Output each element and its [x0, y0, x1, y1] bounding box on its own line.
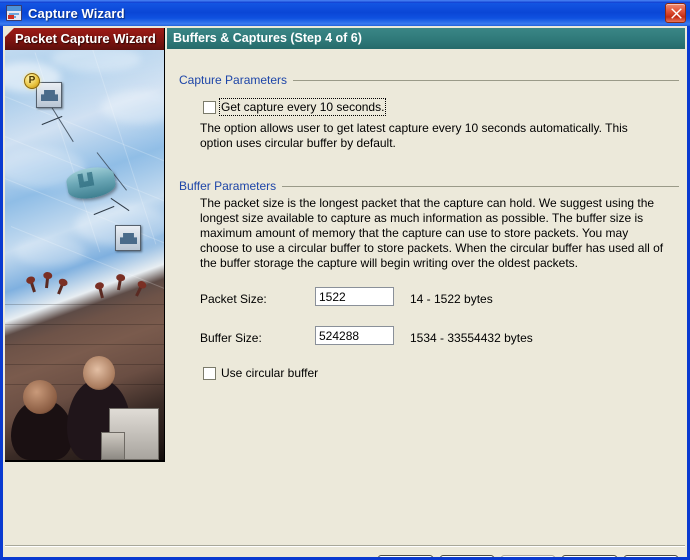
step-header: Buffers & Captures (Step 4 of 6)	[167, 28, 685, 49]
finish-button: Finish	[500, 555, 555, 557]
group-label-buffer-parameters: Buffer Parameters	[179, 179, 277, 193]
packet-size-input[interactable]	[315, 287, 394, 306]
cancel-button[interactable]: Cancel	[561, 555, 617, 557]
protocol-badge-icon: P	[24, 73, 40, 89]
capture-wizard-window: Capture Wizard P Packet Capture Wizard B…	[0, 0, 690, 560]
get-capture-interval-label[interactable]: Get capture every 10 seconds.	[218, 98, 387, 116]
buffer-size-range-hint: 1534 - 33554432 bytes	[410, 331, 533, 345]
window-title: Capture Wizard	[28, 5, 125, 21]
get-capture-interval-checkbox-row[interactable]: Get capture every 10 seconds.	[203, 98, 387, 116]
group-rule	[293, 79, 679, 81]
buffer-parameters-description: The packet size is the longest packet th…	[200, 196, 664, 270]
use-circular-buffer-checkbox[interactable]	[203, 366, 216, 380]
group-rule	[282, 185, 679, 187]
wizard-content-panel: Capture Parameters Get capture every 10 …	[167, 49, 685, 545]
close-icon[interactable]	[665, 3, 686, 23]
group-capture-parameters: Capture Parameters	[179, 73, 679, 87]
packet-size-range-hint: 14 - 1522 bytes	[410, 292, 493, 306]
network-device-icon	[115, 225, 141, 251]
client-area: P Packet Capture Wizard Buffers & Captur…	[3, 26, 687, 557]
title-bar: Capture Wizard	[0, 0, 690, 26]
step-header-text: Buffers & Captures (Step 4 of 6)	[173, 31, 362, 45]
group-buffer-parameters: Buffer Parameters	[179, 179, 679, 193]
help-button[interactable]: Help	[624, 555, 678, 557]
get-capture-interval-checkbox[interactable]	[203, 100, 216, 114]
sidebar-artwork: P	[5, 28, 164, 460]
buffer-size-label: Buffer Size:	[200, 331, 262, 345]
buffer-size-input[interactable]	[315, 326, 394, 345]
wizard-sidebar: P Packet Capture Wizard	[5, 28, 165, 462]
next-button[interactable]: Next >	[439, 555, 494, 557]
laptop-icon	[101, 432, 125, 460]
back-button[interactable]: < Back	[377, 555, 433, 557]
button-bar-separator	[5, 545, 685, 547]
network-device-icon	[36, 82, 62, 108]
sidebar-banner-title: Packet Capture Wizard	[5, 28, 164, 50]
use-circular-buffer-checkbox-row[interactable]: Use circular buffer	[203, 366, 318, 380]
packet-size-label: Packet Size:	[200, 292, 267, 306]
use-circular-buffer-label[interactable]: Use circular buffer	[221, 366, 318, 380]
capture-parameters-description: The option allows user to get latest cap…	[200, 121, 628, 150]
capture-wizard-icon	[6, 5, 22, 21]
wizard-button-bar: < Back Next > Finish Cancel Help	[3, 549, 687, 557]
group-label-capture-parameters: Capture Parameters	[179, 73, 288, 87]
